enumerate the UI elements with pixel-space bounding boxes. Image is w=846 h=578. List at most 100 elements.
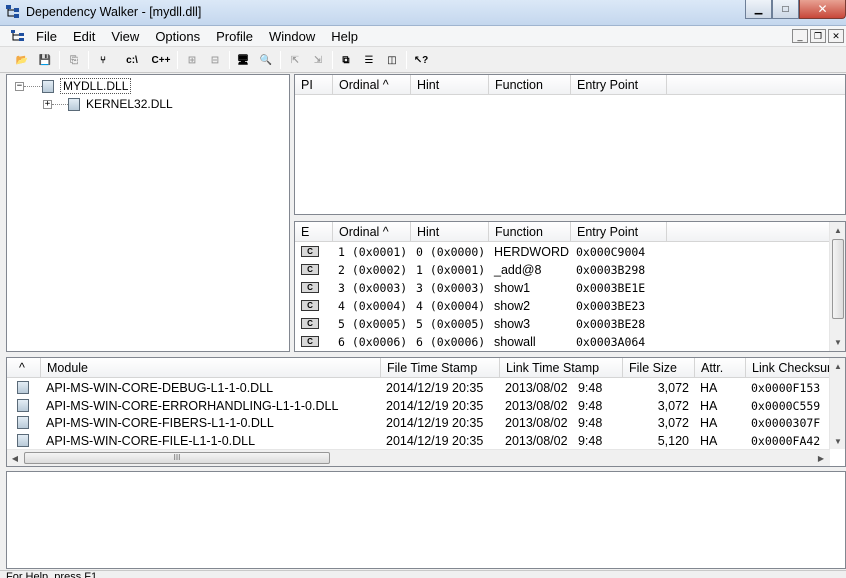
exports-list[interactable]: E Ordinal ^ Hint Function Entry Point C 1… [294, 221, 846, 352]
close-button[interactable]: ✕ [799, 0, 846, 19]
open-icon[interactable]: 📂 [12, 51, 32, 70]
column-header-e[interactable]: E [295, 222, 333, 242]
parent-imports-list[interactable]: PI Ordinal ^ Hint Function Entry Point [294, 74, 846, 215]
ordinal-cell: 6 (0x0006) [338, 335, 408, 349]
column-header-function[interactable]: Function [489, 222, 571, 242]
menu-edit[interactable]: Edit [65, 26, 103, 47]
entry-point-cell: 0x0003BE28 [576, 317, 646, 331]
exports-vertical-scrollbar[interactable]: ▲ ▼ [829, 222, 845, 351]
column-header-link-checksum[interactable]: Link Checksum [746, 358, 830, 378]
c-function-icon: C [301, 264, 319, 275]
mdi-restore-button[interactable]: ❐ [810, 29, 826, 43]
dll-module-icon [17, 433, 29, 447]
column-header-entry-point[interactable]: Entry Point [571, 222, 667, 242]
scroll-up-icon[interactable]: ▲ [830, 222, 845, 238]
cascade-icon[interactable]: ⧉ [336, 51, 356, 70]
menu-help[interactable]: Help [323, 26, 366, 47]
column-header-link-time-stamp[interactable]: Link Time Stamp [500, 358, 623, 378]
path-icon[interactable]: c:\ [122, 51, 142, 70]
column-header-function[interactable]: Function [489, 75, 571, 95]
minimize-button[interactable]: ▁ [745, 0, 772, 19]
module-icon-cell [7, 397, 41, 415]
tile-vertical-icon[interactable]: ◫ [382, 51, 402, 70]
function-cell: showall [494, 335, 536, 349]
column-header-hint[interactable]: Hint [411, 222, 489, 242]
system-info-icon[interactable]: 🖥 [233, 51, 253, 70]
context-help-icon[interactable]: ↖? [411, 51, 431, 70]
menu-view[interactable]: View [103, 26, 147, 47]
hint-cell: 5 (0x0005) [416, 317, 486, 331]
file-time-stamp-cell: 2014/12/19 20:35 [386, 398, 484, 413]
dll-module-icon [42, 79, 54, 93]
title-bar: Dependency Walker - [mydll.dll] ▁ □ ✕ [0, 0, 846, 26]
log-pane[interactable] [6, 471, 846, 569]
column-header-ordinal[interactable]: Ordinal ^ [333, 222, 411, 242]
expand-icon[interactable]: + [43, 99, 52, 109]
save-icon[interactable]: 💾 [35, 51, 55, 70]
scroll-up-icon[interactable]: ▲ [830, 358, 845, 374]
column-header-file-time-stamp[interactable]: File Time Stamp [381, 358, 500, 378]
mdi-close-button[interactable]: ✕ [828, 29, 844, 43]
module-list[interactable]: ^ Module File Time Stamp Link Time Stamp… [6, 357, 846, 467]
column-header-attr[interactable]: Attr. [695, 358, 746, 378]
column-header-module[interactable]: Module [41, 358, 381, 378]
export-row[interactable]: C 1 (0x0001) 0 (0x0000) HERDWORD 0x000C9004 [295, 243, 667, 261]
goto-module-icon[interactable]: ⇲ [308, 51, 328, 70]
module-tree[interactable]: − MYDLL.DLL + KERNEL32.DLL [6, 74, 290, 352]
c-function-icon: C [301, 282, 319, 293]
column-header-sort[interactable]: ^ [7, 358, 41, 378]
column-header-hint[interactable]: Hint [411, 75, 489, 95]
tree-node-label[interactable]: MYDLL.DLL [60, 78, 132, 94]
export-type-cell: C [295, 315, 333, 333]
export-row[interactable]: C 3 (0x0003) 3 (0x0003) show1 0x0003BE1E [295, 279, 667, 297]
export-row[interactable]: C 5 (0x0005) 5 (0x0005) show3 0x0003BE28 [295, 315, 667, 333]
module-row[interactable]: API-MS-WIN-CORE-ERRORHANDLING-L1-1-0.DLL… [7, 397, 830, 415]
menu-file[interactable]: File [28, 26, 65, 47]
scroll-left-icon[interactable]: ◀ [7, 450, 23, 466]
undecorate-cpp-icon[interactable]: C++ [150, 51, 172, 70]
modules-vertical-scrollbar[interactable]: ▲ ▼ [829, 358, 845, 449]
tree-node-kernel32[interactable]: + KERNEL32.DLL [43, 95, 173, 113]
tile-horizontal-icon[interactable]: ☰ [359, 51, 379, 70]
mdi-minimize-button[interactable]: _ [792, 29, 808, 43]
column-header-entry-point[interactable]: Entry Point [571, 75, 667, 95]
collapse-icon[interactable]: − [15, 81, 24, 91]
tree-node-label[interactable]: KERNEL32.DLL [86, 97, 173, 111]
link-checksum-cell: 0x0000C559 [751, 398, 821, 413]
module-row[interactable]: API-MS-WIN-CORE-FILE-L1-1-0.DLL 2014/12/1… [7, 432, 830, 450]
hint-cell: 6 (0x0006) [416, 335, 486, 349]
menu-profile[interactable]: Profile [208, 26, 261, 47]
menu-window[interactable]: Window [261, 26, 323, 47]
highlight-matching-icon[interactable]: ⇱ [285, 51, 305, 70]
file-size-cell: 3,072 [657, 398, 689, 413]
ordinal-icon[interactable]: ⊞ [182, 51, 202, 70]
maximize-button[interactable]: □ [772, 0, 799, 19]
module-row[interactable]: API-MS-WIN-CORE-DEBUG-L1-1-0.DLL 2014/12/… [7, 379, 830, 397]
tree-node-mydll[interactable]: − MYDLL.DLL [15, 77, 132, 95]
c-function-icon: C [301, 336, 319, 347]
export-row[interactable]: C 4 (0x0004) 4 (0x0004) show2 0x0003BE23 [295, 297, 667, 315]
scroll-thumb[interactable] [832, 239, 844, 319]
export-row[interactable]: C 2 (0x0002) 1 (0x0001) _add@8 0x0003B298 [295, 261, 667, 279]
hint-cell: 1 (0x0001) [416, 263, 486, 277]
file-size-cell: 5,120 [657, 433, 689, 448]
properties-icon[interactable]: ⊟ [205, 51, 225, 70]
export-row[interactable]: C 6 (0x0006) 6 (0x0006) showall 0x0003A064 [295, 333, 667, 351]
column-header-file-size[interactable]: File Size [623, 358, 695, 378]
window-title: Dependency Walker - [mydll.dll] [26, 5, 202, 19]
full-paths-icon[interactable]: ⑂ [93, 51, 113, 70]
copy-icon[interactable]: ⎘ [64, 51, 84, 70]
scroll-down-icon[interactable]: ▼ [830, 433, 845, 449]
find-icon[interactable]: 🔍 [256, 51, 276, 70]
scroll-thumb[interactable]: III [24, 452, 330, 464]
menu-options[interactable]: Options [147, 26, 208, 47]
scroll-right-icon[interactable]: ▶ [813, 450, 829, 466]
modules-horizontal-scrollbar[interactable]: ◀ III ▶ [7, 449, 830, 466]
scroll-down-icon[interactable]: ▼ [830, 334, 845, 350]
document-icon[interactable] [10, 29, 26, 43]
column-header-ordinal[interactable]: Ordinal ^ [333, 75, 411, 95]
export-type-cell: C [295, 297, 333, 315]
module-row[interactable]: API-MS-WIN-CORE-FIBERS-L1-1-0.DLL 2014/12… [7, 414, 830, 432]
column-header-pi[interactable]: PI [295, 75, 333, 95]
dll-module-icon [17, 398, 29, 412]
